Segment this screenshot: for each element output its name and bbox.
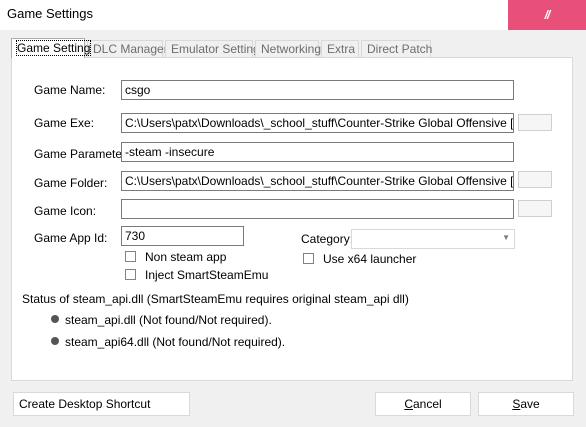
category-select[interactable]: ▼: [351, 229, 515, 249]
non-steam-checkbox[interactable]: [125, 251, 136, 262]
tab-label: Networking: [261, 42, 322, 56]
tab-label: Game Setting: [15, 40, 92, 56]
steam-api64-status: steam_api64.dll (Not found/Not required)…: [65, 335, 286, 349]
non-steam-label: Non steam app: [145, 250, 227, 264]
chevron-down-icon: ▼: [502, 233, 510, 242]
save-button[interactable]: Save: [478, 392, 574, 416]
game-parameter-field[interactable]: -steam -insecure: [121, 142, 514, 162]
inject-smartsteamemu-checkbox[interactable]: [125, 269, 136, 280]
game-setting-panel: [11, 57, 573, 381]
cancel-mnemonic: C: [404, 397, 413, 411]
save-label: ave: [520, 397, 540, 411]
game-folder-label: Game Folder:: [34, 176, 108, 190]
tab-extra[interactable]: Extra: [321, 40, 359, 57]
close-glyph: //: [544, 8, 551, 22]
window-title: Game Settings: [7, 6, 93, 21]
tab-label: DLC Manager: [93, 42, 168, 56]
use-x64-label: Use x64 launcher: [323, 252, 417, 266]
game-folder-browse-button[interactable]: [518, 171, 552, 188]
close-icon[interactable]: //: [508, 0, 586, 30]
cancel-label: ancel: [412, 397, 442, 411]
tab-emulator-setting[interactable]: Emulator Setting: [165, 40, 260, 57]
cancel-button[interactable]: Cancel: [375, 392, 471, 416]
game-icon-field[interactable]: [121, 199, 514, 219]
game-exe-browse-button[interactable]: [518, 114, 552, 131]
inject-smartsteamemu-label: Inject SmartSteamEmu: [145, 268, 269, 282]
status-heading: Status of steam_api.dll (SmartSteamEmu r…: [22, 292, 409, 306]
title-bar: Game Settings //: [0, 0, 586, 30]
game-parameter-label: Game Parameter:: [34, 147, 130, 161]
tab-dlc-manager[interactable]: DLC Manager: [87, 40, 168, 57]
tab-direct-patch[interactable]: Direct Patch: [361, 40, 433, 57]
app-id-field[interactable]: 730: [121, 226, 244, 246]
category-label: Category:: [301, 232, 354, 246]
game-name-field[interactable]: csgo: [121, 80, 514, 100]
game-icon-label: Game Icon:: [34, 204, 97, 218]
tab-game-setting[interactable]: Game Setting: [11, 38, 92, 58]
shortcut-label: Create Desktop Shortcut: [19, 397, 151, 411]
status-dot-icon: [51, 315, 59, 323]
use-x64-checkbox[interactable]: [303, 253, 314, 264]
game-exe-field[interactable]: C:\Users\patx\Downloads\_school_stuff\Co…: [121, 113, 514, 133]
create-desktop-shortcut-button[interactable]: Create Desktop Shortcut: [13, 392, 190, 416]
status-dot-icon: [51, 337, 59, 345]
game-folder-field[interactable]: C:\Users\patx\Downloads\_school_stuff\Co…: [121, 171, 514, 191]
tab-label: Extra: [327, 42, 356, 56]
app-id-label: Game App Id:: [34, 231, 108, 245]
steam-api-status: steam_api.dll (Not found/Not required).: [65, 313, 272, 327]
tab-label: Emulator Setting: [171, 42, 260, 56]
tab-label: Direct Patch: [367, 42, 433, 56]
tab-networking[interactable]: Networking: [255, 40, 322, 57]
game-name-label: Game Name:: [34, 83, 106, 97]
game-icon-browse-button[interactable]: [518, 200, 552, 217]
game-exe-label: Game Exe:: [34, 116, 95, 130]
